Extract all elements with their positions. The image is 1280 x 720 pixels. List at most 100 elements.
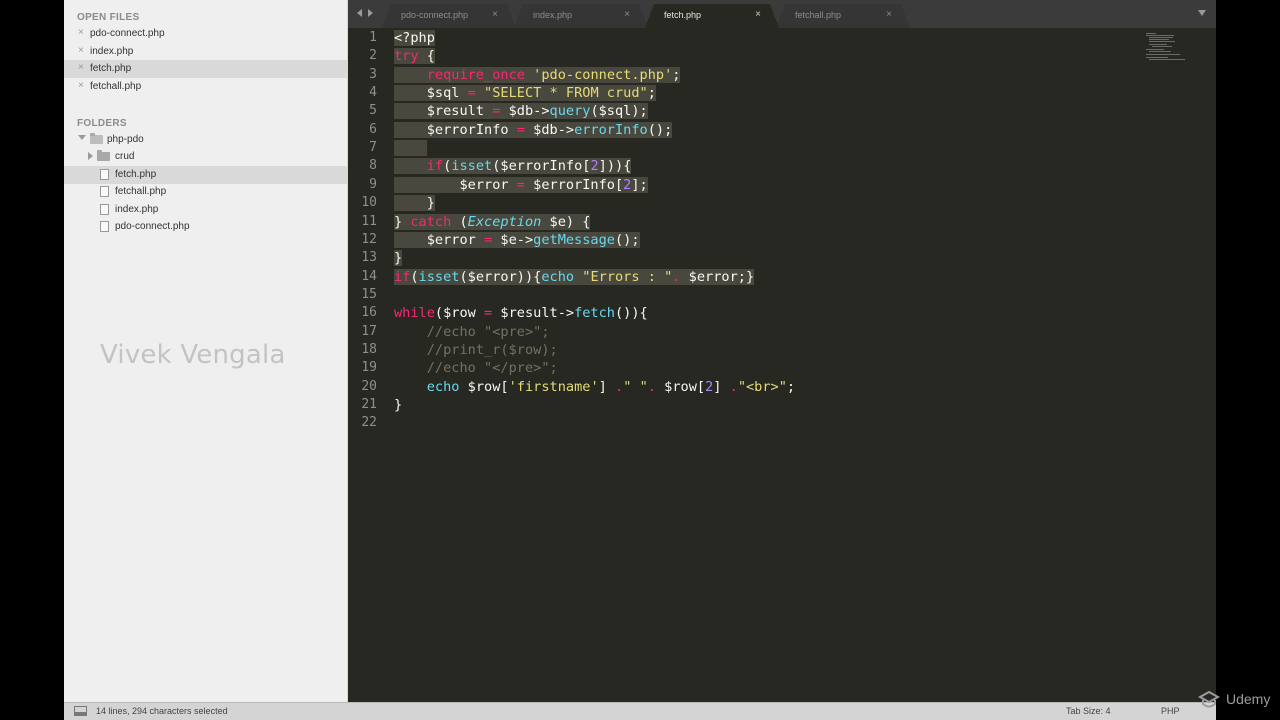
- tab-fetchall[interactable]: fetchall.php ×: [776, 4, 910, 28]
- tab-close-icon[interactable]: ×: [492, 9, 498, 20]
- tab-label: fetch.php: [664, 10, 702, 20]
- open-file-label: fetchall.php: [90, 81, 142, 92]
- code-token: .: [729, 378, 738, 395]
- code-token: ($sql);: [590, 103, 648, 120]
- code-line[interactable]: 2 try {: [348, 47, 1216, 65]
- close-icon[interactable]: ×: [78, 62, 84, 73]
- open-file-fetch[interactable]: × fetch.php: [64, 60, 347, 78]
- code-editor[interactable]: 1 <?php 2 try {3 require_once 'pdo-connect.…: [348, 28, 1216, 702]
- tab-close-icon[interactable]: ×: [886, 9, 892, 20]
- file-icon: [100, 204, 109, 215]
- folders-heading: FOLDERS: [77, 118, 127, 129]
- chevron-down-icon[interactable]: [78, 135, 86, 140]
- code-line[interactable]: 3 require_once 'pdo-connect.php';: [348, 66, 1216, 84]
- code-line[interactable]: 7: [348, 139, 1216, 157]
- code-line[interactable]: 11} catch (Exception $e) {: [348, 213, 1216, 231]
- code-token: //echo "<pre>";: [394, 323, 550, 340]
- code-text: //print_r($row);: [394, 342, 558, 358]
- code-text: echo $row['firstname'] ." ". $row[2] ."<…: [394, 379, 795, 395]
- code-token: 2: [590, 158, 599, 175]
- file-label: index.php: [115, 204, 159, 215]
- code-line[interactable]: 19 //echo "</pre>";: [348, 359, 1216, 377]
- folder-php-pdo[interactable]: php-pdo: [64, 131, 347, 149]
- code-token: require_once: [426, 66, 525, 83]
- code-token: }: [394, 213, 411, 230]
- panel-toggle-icon[interactable]: [74, 706, 87, 716]
- tab-fetch[interactable]: fetch.php ×: [645, 4, 779, 28]
- code-text: } catch (Exception $e) {: [394, 213, 591, 230]
- line-number: 20: [361, 378, 377, 394]
- open-file-label: pdo-connect.php: [90, 28, 165, 39]
- udemy-logo-text: Udemy: [1226, 691, 1271, 707]
- line-number: 6: [369, 121, 377, 137]
- tab-close-icon[interactable]: ×: [624, 9, 630, 20]
- code-text: }: [394, 195, 435, 212]
- chevron-right-icon[interactable]: [88, 152, 93, 160]
- status-bar: 14 lines, 294 characters selected Tab Si…: [64, 702, 1216, 720]
- code-line[interactable]: 20 echo $row['firstname'] ." ". $row[2] …: [348, 378, 1216, 396]
- tree-file-fetch[interactable]: fetch.php: [64, 166, 347, 184]
- open-file-fetchall[interactable]: × fetchall.php: [64, 78, 347, 96]
- close-icon[interactable]: ×: [78, 27, 84, 38]
- code-token: while: [394, 305, 435, 322]
- code-token: $db->: [524, 121, 575, 138]
- tree-file-index[interactable]: index.php: [64, 201, 347, 219]
- code-line[interactable]: 1 <?php: [348, 29, 1216, 47]
- tab-left-arrow-icon[interactable]: [357, 9, 362, 17]
- line-number: 10: [361, 195, 377, 211]
- tree-file-fetchall[interactable]: fetchall.php: [64, 183, 347, 201]
- code-token: echo: [426, 378, 460, 395]
- tab-close-icon[interactable]: ×: [755, 9, 761, 20]
- code-line[interactable]: 13}: [348, 249, 1216, 267]
- code-line[interactable]: 6 $errorInfo = $db->errorInfo();: [348, 121, 1216, 139]
- code-text: $sql = "SELECT * FROM crud";: [394, 85, 656, 102]
- code-line[interactable]: 5 $result = $db->query($sql);: [348, 102, 1216, 120]
- code-line[interactable]: 18 //print_r($row);: [348, 341, 1216, 359]
- tab-right-arrow-icon[interactable]: [368, 9, 373, 17]
- code-line[interactable]: 4 $sql = "SELECT * FROM crud";: [348, 84, 1216, 102]
- line-number: 9: [369, 176, 377, 192]
- code-line[interactable]: 12 $error = $e->getMessage();: [348, 231, 1216, 249]
- code-line[interactable]: 14 if(isset($error)){echo "Errors : ". $e…: [348, 268, 1216, 286]
- tab-size-indicator[interactable]: Tab Size: 4: [1066, 706, 1111, 716]
- sidebar: OPEN FILES × pdo-connect.php × index.php…: [64, 0, 348, 702]
- open-file-pdo-connect[interactable]: × pdo-connect.php: [64, 25, 347, 43]
- syntax-indicator[interactable]: PHP: [1161, 706, 1180, 716]
- code-token: if: [394, 268, 411, 285]
- folder-open-icon: [90, 133, 103, 144]
- udemy-logo: Udemy: [1198, 689, 1278, 711]
- line-number: 15: [361, 286, 377, 302]
- code-line[interactable]: 9 $error = $errorInfo[2];: [348, 176, 1216, 194]
- close-icon[interactable]: ×: [78, 45, 84, 56]
- code-token: ($row: [434, 305, 485, 322]
- code-line[interactable]: 8 if(isset($errorInfo[2])){: [348, 157, 1216, 175]
- code-token: "Errors : ": [582, 268, 673, 285]
- line-number: 3: [369, 66, 377, 82]
- code-token: $result: [394, 103, 493, 120]
- code-token: 'firstname': [508, 378, 599, 395]
- code-line[interactable]: 17 //echo "<pre>";: [348, 323, 1216, 341]
- folder-crud[interactable]: crud: [64, 148, 347, 166]
- code-text: if(isset($errorInfo[2])){: [394, 158, 632, 175]
- tab-menu-chevron-down-icon[interactable]: [1198, 10, 1206, 16]
- code-text: $error = $e->getMessage();: [394, 231, 640, 248]
- code-line[interactable]: 21}: [348, 396, 1216, 414]
- line-number: 7: [369, 140, 377, 156]
- code-line[interactable]: 15: [348, 286, 1216, 304]
- code-token: =: [467, 85, 476, 102]
- code-token: (: [451, 213, 468, 230]
- code-text: if(isset($error)){echo "Errors : ". $err…: [394, 268, 755, 285]
- minimap[interactable]: [1146, 31, 1186, 61]
- code-line[interactable]: 10 }: [348, 194, 1216, 212]
- tab-index[interactable]: index.php ×: [514, 4, 648, 28]
- code-line[interactable]: 16 while($row = $result->fetch()){: [348, 304, 1216, 322]
- code-token: $sql: [394, 85, 468, 102]
- tab-pdo-connect[interactable]: pdo-connect.php ×: [382, 4, 516, 28]
- tree-file-pdo-connect[interactable]: pdo-connect.php: [64, 218, 347, 236]
- open-file-index[interactable]: × index.php: [64, 43, 347, 61]
- code-line[interactable]: 22: [348, 414, 1216, 432]
- close-icon[interactable]: ×: [78, 80, 84, 91]
